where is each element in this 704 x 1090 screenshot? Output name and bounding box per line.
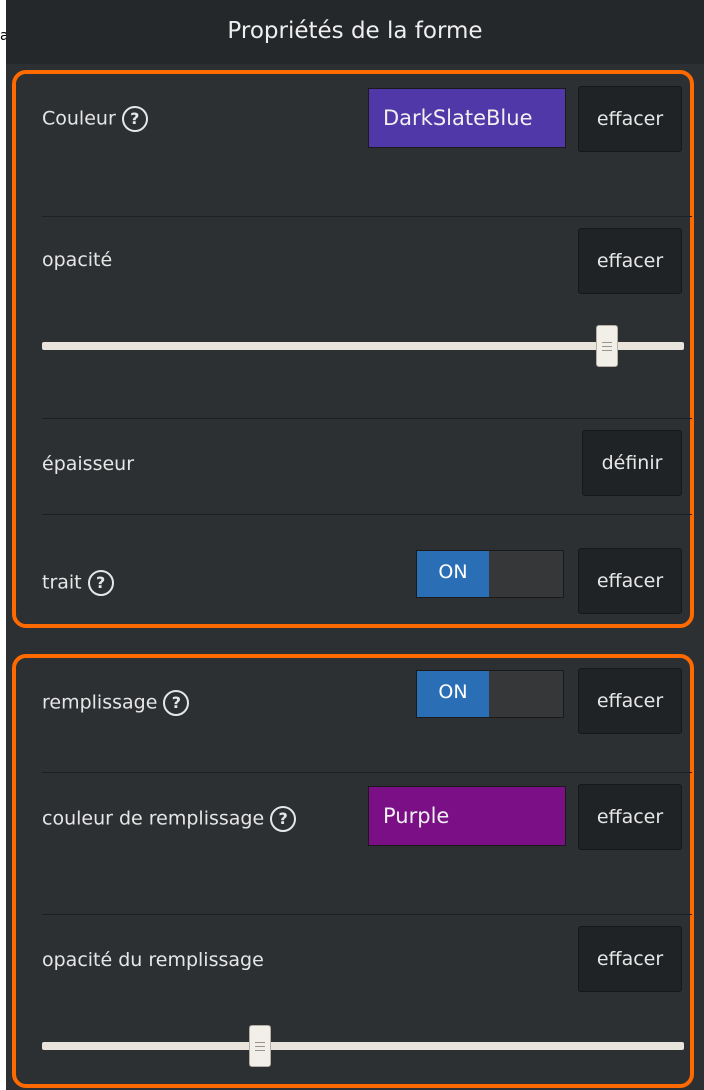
fill-row-label: remplissage? bbox=[42, 690, 190, 716]
toggle-off-area bbox=[489, 671, 563, 717]
page: a Propriétés de la forme Couleur? DarkSl… bbox=[0, 0, 704, 1090]
toggle-on-label: ON bbox=[417, 671, 489, 717]
help-icon[interactable]: ? bbox=[270, 806, 297, 832]
fill-toggle[interactable]: ON bbox=[416, 670, 564, 718]
fill-opacity-label: opacité du remplissage bbox=[42, 949, 264, 971]
opacity-clear-button[interactable]: effacer bbox=[578, 228, 682, 294]
color-clear-button[interactable]: effacer bbox=[578, 86, 682, 152]
fill-clear-button[interactable]: effacer bbox=[578, 668, 682, 734]
fill-opacity-slider-handle[interactable] bbox=[249, 1025, 272, 1067]
panel-title: Propriétés de la forme bbox=[6, 0, 704, 64]
color-picker-button[interactable]: DarkSlateBlue bbox=[368, 88, 566, 148]
fill-label: remplissage bbox=[42, 691, 158, 714]
divider bbox=[42, 418, 692, 419]
stroke-properties-group: Couleur? DarkSlateBlue effacer opacité e… bbox=[12, 70, 694, 628]
color-label: Couleur bbox=[42, 107, 116, 130]
fill-color-row-label: couleur de remplissage? bbox=[42, 806, 297, 832]
divider bbox=[42, 772, 692, 773]
stroke-toggle[interactable]: ON bbox=[416, 550, 564, 598]
help-icon[interactable]: ? bbox=[163, 690, 190, 716]
fill-opacity-clear-button[interactable]: effacer bbox=[578, 926, 682, 992]
thickness-label: épaisseur bbox=[42, 453, 135, 475]
fill-opacity-slider-track[interactable] bbox=[42, 1042, 684, 1050]
toggle-on-label: ON bbox=[417, 551, 489, 597]
opacity-slider-track[interactable] bbox=[42, 342, 684, 350]
fill-properties-group: remplissage? ON effacer couleur de rempl… bbox=[12, 654, 694, 1088]
stroke-row-label: trait? bbox=[42, 570, 114, 596]
fill-color-picker-button[interactable]: Purple bbox=[368, 786, 566, 846]
color-row-label: Couleur? bbox=[42, 106, 148, 132]
toggle-off-area bbox=[489, 551, 563, 597]
opacity-label: opacité bbox=[42, 249, 113, 271]
thickness-set-button[interactable]: définir bbox=[582, 430, 682, 496]
shape-properties-panel: Propriétés de la forme Couleur? DarkSlat… bbox=[6, 0, 704, 1090]
divider bbox=[42, 914, 692, 915]
fill-color-clear-button[interactable]: effacer bbox=[578, 784, 682, 850]
help-icon[interactable]: ? bbox=[121, 106, 148, 132]
fill-color-label: couleur de remplissage bbox=[42, 807, 265, 830]
stroke-clear-button[interactable]: effacer bbox=[578, 548, 682, 614]
divider bbox=[42, 216, 692, 217]
help-icon[interactable]: ? bbox=[87, 570, 114, 596]
stroke-label: trait bbox=[42, 571, 82, 594]
opacity-slider-handle[interactable] bbox=[595, 325, 618, 367]
divider bbox=[42, 514, 692, 515]
